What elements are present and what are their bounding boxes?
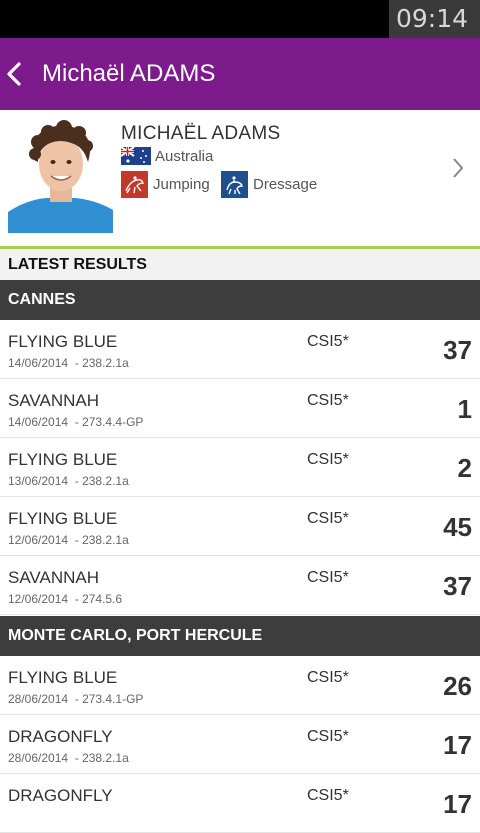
rider-profile-card[interactable]: MICHAËL ADAMS Australia Jumping Dressage	[0, 110, 480, 246]
horse-name: SAVANNAH	[8, 391, 100, 410]
result-row[interactable]: SAVANNAH 12/06/2014 - 274.5.6 CSI5* 37	[0, 556, 480, 615]
group-header-cannes: CANNES	[0, 280, 480, 320]
result-rank: 17	[443, 789, 472, 819]
competition-class: CSI5*	[307, 451, 349, 468]
chevron-right-icon	[453, 158, 464, 178]
result-meta: 14/06/2014 - 273.4.4-GP	[8, 415, 144, 429]
result-rank: 45	[443, 512, 472, 542]
result-row[interactable]: FLYING BLUE 28/06/2014 - 273.4.1-GP CSI5…	[0, 656, 480, 715]
result-rank: 2	[457, 453, 472, 483]
section-header-latest-results: LATEST RESULTS	[0, 249, 480, 280]
result-rank: 17	[443, 730, 472, 760]
horse-name: FLYING BLUE	[8, 332, 118, 351]
result-rank: 37	[443, 335, 472, 365]
rider-country: Australia	[155, 148, 214, 165]
group-title: MONTE CARLO, PORT HERCULE	[8, 627, 263, 644]
competition-class: CSI5*	[307, 510, 349, 527]
group-header-monte-carlo: MONTE CARLO, PORT HERCULE	[0, 616, 480, 656]
competition-class: CSI5*	[307, 392, 349, 409]
result-rank: 26	[443, 671, 472, 701]
result-meta: 28/06/2014 - 238.2.1a	[8, 751, 129, 765]
result-row[interactable]: FLYING BLUE 14/06/2014 - 238.2.1a CSI5* …	[0, 320, 480, 379]
dressage-icon	[221, 171, 248, 198]
horse-name: DRAGONFLY	[8, 786, 113, 805]
result-meta: 28/06/2014 - 273.4.1-GP	[8, 692, 144, 706]
result-meta: 12/06/2014 - 238.2.1a	[8, 533, 129, 547]
section-title: LATEST RESULTS	[8, 256, 147, 273]
result-meta: 14/06/2014 - 238.2.1a	[8, 356, 129, 370]
result-meta: 13/06/2014 - 238.2.1a	[8, 474, 129, 488]
horse-name: SAVANNAH	[8, 568, 100, 587]
horse-name: DRAGONFLY	[8, 727, 113, 746]
result-row[interactable]: DRAGONFLY CSI5* 17	[0, 774, 480, 833]
app-bar: Michaël ADAMS	[0, 38, 480, 110]
horse-name: FLYING BLUE	[8, 668, 118, 687]
group-title: CANNES	[8, 291, 76, 308]
competition-class: CSI5*	[307, 787, 349, 804]
result-rank: 1	[457, 394, 472, 424]
status-bar: 09:14	[0, 0, 480, 38]
result-rank: 37	[443, 571, 472, 601]
horse-name: FLYING BLUE	[8, 450, 118, 469]
discipline-label-dressage: Dressage	[253, 176, 318, 193]
rider-name: MICHAËL ADAMS	[121, 123, 281, 144]
competition-class: CSI5*	[307, 569, 349, 586]
back-arrow-icon	[7, 62, 21, 86]
app-bar-title: Michaël ADAMS	[42, 60, 216, 87]
result-row[interactable]: FLYING BLUE 13/06/2014 - 238.2.1a CSI5* …	[0, 438, 480, 497]
result-row[interactable]: FLYING BLUE 12/06/2014 - 238.2.1a CSI5* …	[0, 497, 480, 556]
status-time-box: 09:14	[389, 0, 480, 38]
competition-class: CSI5*	[307, 728, 349, 745]
result-row[interactable]: DRAGONFLY 28/06/2014 - 238.2.1a CSI5* 17	[0, 715, 480, 774]
result-meta: 12/06/2014 - 274.5.6	[8, 592, 123, 606]
discipline-label-jumping: Jumping	[153, 176, 210, 193]
avatar	[8, 120, 113, 233]
status-time: 09:14	[395, 4, 468, 33]
horse-name: FLYING BLUE	[8, 509, 118, 528]
competition-class: CSI5*	[307, 333, 349, 350]
competition-class: CSI5*	[307, 669, 349, 686]
jumping-icon	[121, 171, 148, 198]
back-button[interactable]	[0, 38, 38, 110]
australia-flag-icon	[121, 147, 151, 165]
result-row[interactable]: SAVANNAH 14/06/2014 - 273.4.4-GP CSI5* 1	[0, 379, 480, 438]
